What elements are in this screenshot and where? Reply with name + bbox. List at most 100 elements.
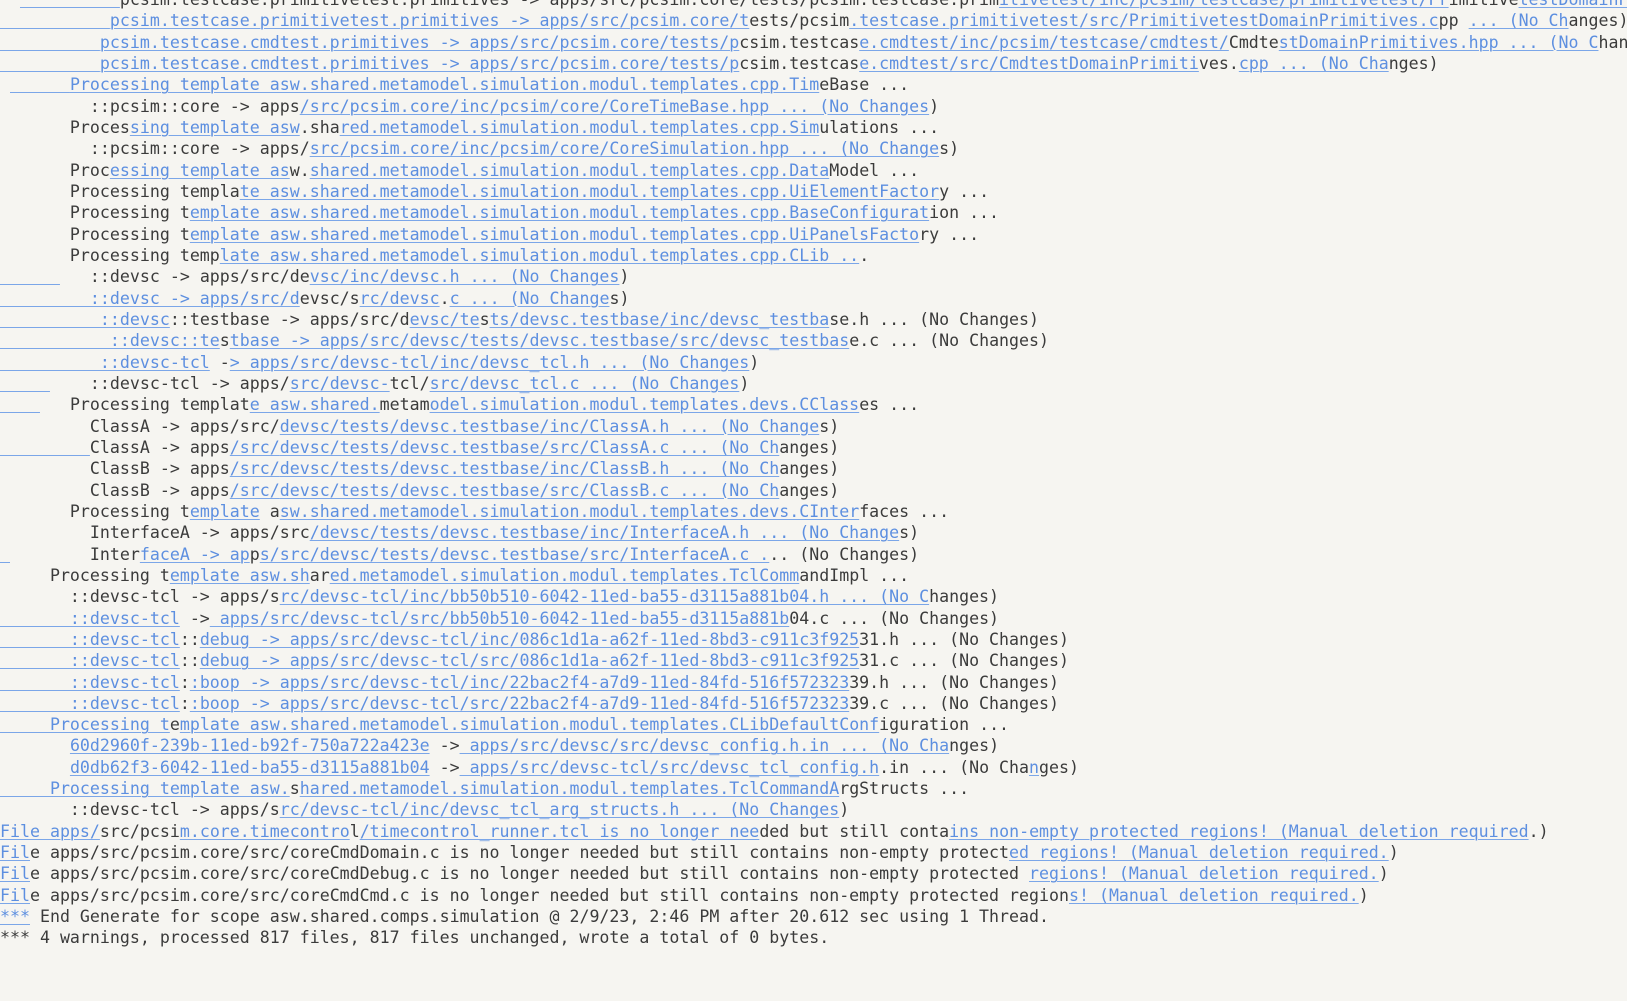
log-link-segment[interactable]: rc/devsc	[360, 289, 440, 308]
log-link-segment[interactable]: /devsc/tests/devsc.testbase/inc/Interfac…	[310, 523, 899, 542]
log-link-segment[interactable]: Processing t	[0, 715, 170, 734]
log-link-segment[interactable]: src/pcsim.core/inc/pcsim/core/CoreSimula…	[310, 139, 939, 158]
log-link-segment[interactable]: Fil	[0, 864, 30, 883]
log-link-segment[interactable]: evsc/te	[410, 310, 480, 329]
log-link-segment[interactable]: Processing template asw.	[0, 779, 290, 798]
log-link-segment[interactable]: rc/devsc-tcl/inc/bb50b510-6042-11ed-ba55…	[280, 587, 929, 606]
log-link-segment[interactable]: pcsim.testcase.cmdtest.primitives -> app…	[100, 33, 739, 52]
log-link-segment[interactable]: devsc/tests/devsc.testbase/inc/ClassA.h …	[280, 417, 819, 436]
log-link-segment[interactable]: testDomainPrimitiv	[1519, 0, 1627, 9]
log-link-segment[interactable]: pcsim.testcase.cmdtest.primitives -> app…	[100, 54, 739, 73]
log-text-segment: .	[439, 288, 450, 308]
log-link-segment[interactable]	[0, 33, 100, 52]
log-link-segment[interactable]	[0, 395, 40, 414]
log-link-segment[interactable]: ins non-empty protected regions! (Manual…	[949, 822, 1528, 841]
log-link-segment[interactable]: c ... (No Change	[450, 289, 610, 308]
log-link-segment[interactable]: src/devsc_tcl.c ... (No Changes	[430, 374, 740, 393]
log-link-segment[interactable]: d0db62f3-6042-11ed-ba55-d3115a881b04	[70, 758, 430, 777]
log-link-segment[interactable]: > apps/src/devsc-tcl/inc/devsc_tcl.h ...…	[230, 353, 750, 372]
log-link-segment[interactable]: odel.simulation.modul.templates.devs.CCl…	[430, 395, 860, 414]
log-link-segment[interactable]: sing template asw	[130, 118, 300, 137]
log-link-segment[interactable]: faceA -> ap	[140, 545, 250, 564]
log-link-segment[interactable]: ***	[0, 907, 30, 926]
log-link-segment[interactable]: tbase -> apps/src/devsc/tests/devsc.test…	[230, 331, 849, 350]
log-link-segment[interactable]: n	[1029, 758, 1039, 777]
log-link-segment[interactable]: vsc/inc/devsc.h ... (No Changes	[310, 267, 620, 286]
log-link-segment[interactable]: apps/src/devsc-tcl/src/devsc_tcl_config.…	[460, 758, 880, 777]
log-link-segment[interactable]	[0, 438, 90, 457]
log-link-segment[interactable]: ::devsc-tcl	[0, 609, 180, 628]
log-link-segment[interactable]: red.metamodel.simulation.modul.templates…	[340, 118, 820, 137]
log-link-segment[interactable]: ... (No Ch	[1469, 11, 1569, 30]
log-link-segment[interactable]: m.core.timecontro	[180, 822, 350, 841]
log-link-segment[interactable]: /src/	[230, 459, 280, 478]
log-link-segment[interactable]: devsc/tests/devsc.testbase/src/ClassA.c …	[280, 438, 780, 457]
log-link-segment[interactable]: itivetest/inc/pcsim/testcase/primitivete…	[999, 0, 1449, 9]
log-link-segment[interactable]: /src/pcsim.core/inc/pcsim/core/CoreTimeB…	[300, 97, 929, 116]
log-link-segment[interactable]: ed.metamodel.simulation.modul.templates.…	[330, 566, 800, 585]
log-link-segment[interactable]: te asw.shared.metamodel.simulation.modul…	[240, 182, 939, 201]
log-link-segment[interactable]: ::devsc-tcl	[0, 630, 180, 649]
log-link-segment[interactable]: ::devsc-tcl	[0, 673, 180, 692]
log-link-segment[interactable]: essing template as	[110, 161, 290, 180]
log-link-segment[interactable]: Processing template asw.shared.metamodel…	[70, 75, 819, 94]
log-link-segment[interactable]	[0, 545, 10, 564]
log-link-segment[interactable]: regions! (Manual deletion required.	[1029, 864, 1379, 883]
log-link-segment[interactable]: debug -> apps/src/devsc-tcl/src/086c1d1a…	[200, 651, 859, 670]
log-link-segment[interactable]: devsc/tests/devsc.testbase/src/ClassB.c …	[280, 481, 780, 500]
log-link-segment[interactable]: File apps/	[0, 822, 100, 841]
log-line: File apps/src/pcsim.core.timecontrol/tim…	[0, 821, 1627, 842]
log-link-segment[interactable]: ::devsc	[0, 310, 170, 329]
log-link-segment[interactable]: ::devsc::te	[0, 331, 220, 350]
log-link-segment[interactable]: emplate	[190, 502, 260, 521]
log-link-segment[interactable]	[0, 11, 110, 30]
log-link-segment[interactable]: s/src/devsc/tests/devsc.testbase/src/Int…	[260, 545, 770, 564]
log-link-segment[interactable]: pcsim.testcase.primitivetest.primitives …	[110, 11, 749, 30]
log-link-segment[interactable]: 60d2960f-239b-11ed-b92f-750a722a423e	[70, 736, 430, 755]
console-log-output[interactable]: pcsim.testcase.primitivetest.primitives …	[0, 0, 1627, 1001]
log-link-segment[interactable]: sw.shared.metamodel.simulation.modul.tem…	[280, 502, 859, 521]
log-link-segment[interactable]: cpp ... (No Cha	[1239, 54, 1389, 73]
log-link-segment[interactable]: /src/	[230, 481, 280, 500]
log-link-segment[interactable]: rc/devsc-tcl/inc/devsc_tcl_arg_structs.h…	[280, 800, 839, 819]
log-text-segment: End Generate for scope asw.shared.comps.…	[29, 907, 1049, 927]
log-link-segment[interactable]: :boop -> apps/src/devsc-tcl/src/22bac2f4…	[190, 694, 849, 713]
log-line: ::devsc-tcl::debug -> apps/src/devsc-tcl…	[0, 629, 1627, 650]
log-link-segment[interactable]: stDomainPrimitives.hpp ... (No C	[1279, 33, 1599, 52]
log-line: Processing template asw.shared.metamodel…	[0, 778, 1627, 799]
log-link-segment[interactable]: hared.metamodel.simulation.modul.templat…	[300, 779, 839, 798]
log-link-segment[interactable]: ts/devsc.testbase/inc/devsc_testba	[490, 310, 830, 329]
log-line: ::devsc-tcl -> apps/src/devsc-tcl/inc/bb…	[0, 586, 1627, 607]
log-link-segment[interactable]: apps/src/devsc/src/devsc_config.h.in ...…	[460, 736, 950, 755]
log-link-segment[interactable]	[0, 54, 100, 73]
log-link-segment[interactable]: ed regions! (Manual deletion required.	[1009, 843, 1389, 862]
log-link-segment[interactable]	[0, 267, 60, 286]
log-link-segment[interactable]: ::devsc-tcl	[0, 651, 180, 670]
log-link-segment[interactable]	[0, 374, 50, 393]
log-link-segment[interactable]: ::devsc -> apps/src/d	[0, 289, 300, 308]
log-link-segment[interactable]: mplate asw.shared.metamodel.simulation.m…	[180, 715, 879, 734]
log-link-segment[interactable]: :boop -> apps/src/devsc-tcl/inc/22bac2f4…	[190, 673, 849, 692]
log-link-segment[interactable]: /src/	[230, 438, 280, 457]
log-link-segment[interactable]: emplate asw.shared.metamodel.simulation.…	[190, 203, 929, 222]
log-link-segment[interactable]: devsc/tests/devsc.testbase/inc/ClassB.h …	[280, 459, 780, 478]
log-link-segment[interactable]	[10, 75, 70, 94]
log-link-segment[interactable]: src/devsc-	[290, 374, 390, 393]
log-link-segment[interactable]	[20, 0, 120, 9]
log-link-segment[interactable]: s! (Manual deletion required.	[1069, 886, 1359, 905]
log-link-segment[interactable]: apps/src/devsc-tcl/src/bb50b510-6042-11e…	[210, 609, 789, 628]
log-link-segment[interactable]: ::devsc-tcl	[0, 353, 210, 372]
log-link-segment[interactable]: e.cmdtest/src/CmdtestDomainPrimiti	[859, 54, 1199, 73]
log-link-segment[interactable]: late asw.shared.metamodel.simulation.mod…	[220, 246, 859, 265]
log-link-segment[interactable]: Fil	[0, 886, 30, 905]
log-link-segment[interactable]: emplate asw.shared.metamodel.simulation.…	[190, 225, 919, 244]
log-link-segment[interactable]: ::devsc-tcl	[0, 694, 180, 713]
log-link-segment[interactable]: Fil	[0, 843, 30, 862]
log-link-segment[interactable]: /timecontrol_runner.tcl is no longer nee	[360, 822, 760, 841]
log-link-segment[interactable]: e.cmdtest/inc/pcsim/testcase/cmdtest/	[859, 33, 1229, 52]
log-link-segment[interactable]: emplate asw.sh	[170, 566, 310, 585]
log-link-segment[interactable]: shared.metamodel.simulation.modul.templa…	[310, 161, 830, 180]
log-link-segment[interactable]: e asw.shared.	[250, 395, 380, 414]
log-link-segment[interactable]: .testcase.primitivetest/src/Primitivetes…	[849, 11, 1438, 30]
log-link-segment[interactable]: debug -> apps/src/devsc-tcl/inc/086c1d1a…	[200, 630, 859, 649]
